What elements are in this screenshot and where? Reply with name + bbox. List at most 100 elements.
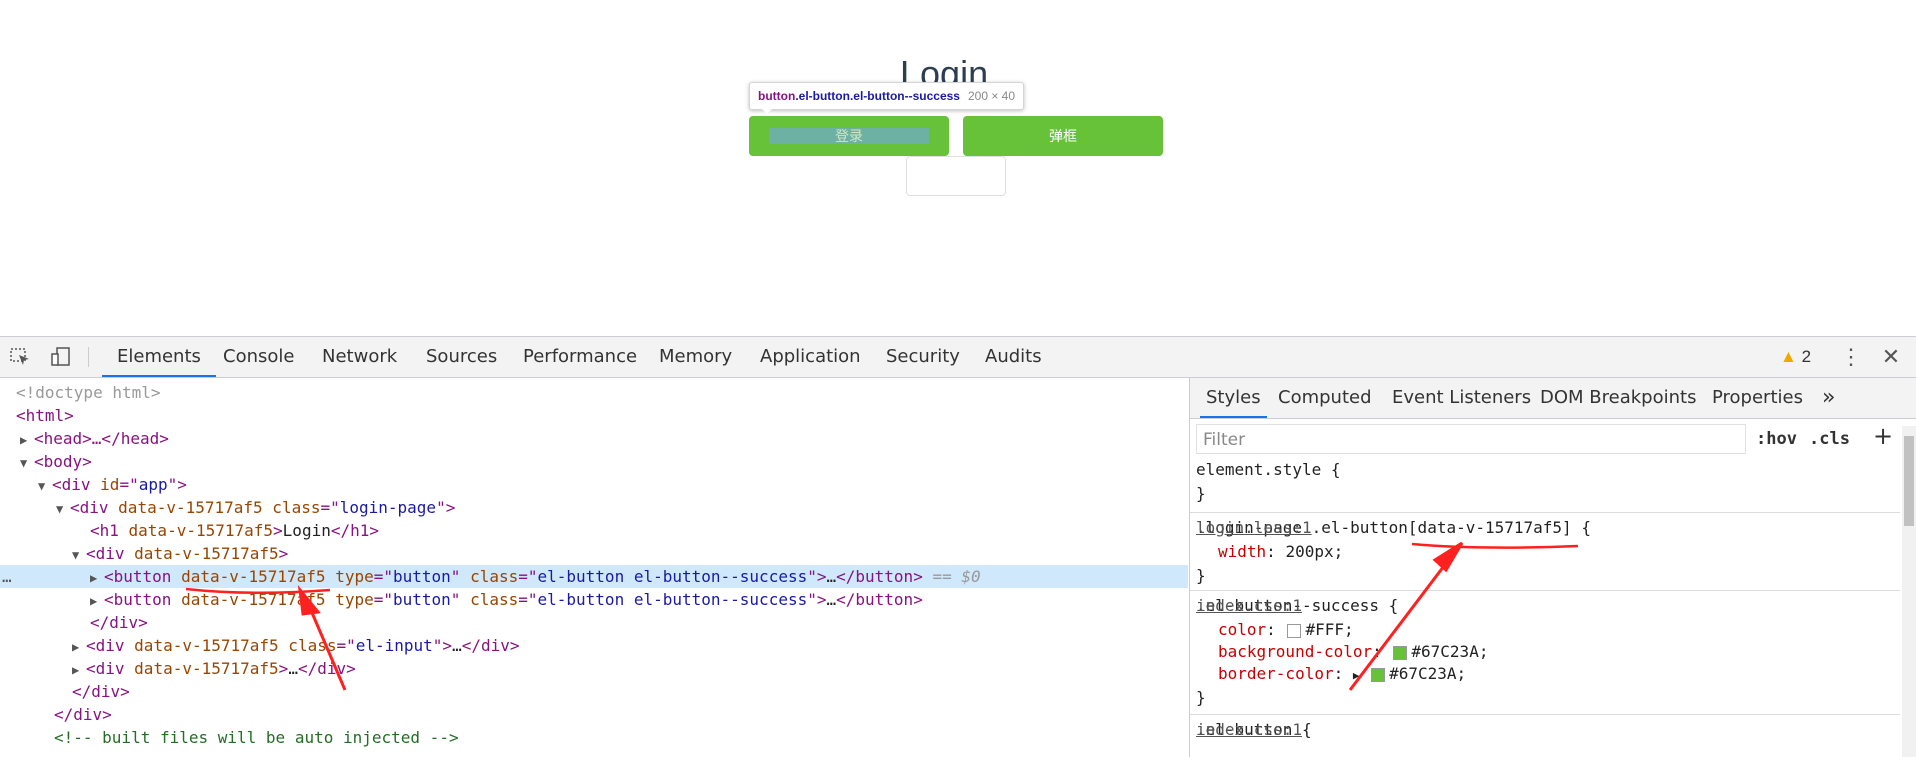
attr-value: login-page	[339, 498, 437, 517]
expand-caret-icon[interactable]: ▶	[72, 659, 86, 682]
attr-value: app	[138, 475, 168, 494]
rule-source-link[interactable]: index.css:1	[1196, 718, 1886, 741]
dom-line-button-2[interactable]: ▶ <button data-v-15717af5 type="button" c…	[0, 588, 1188, 611]
cls-toggle[interactable]: .cls	[1809, 424, 1850, 454]
attr-eq: ="	[373, 590, 393, 609]
tab-properties[interactable]: Properties	[1712, 378, 1803, 418]
devtools-tabbar: Elements Console Network Sources Perform…	[0, 337, 1916, 378]
attr-name: class	[460, 567, 519, 586]
color-swatch-icon[interactable]	[1393, 645, 1408, 660]
styles-scrollbar[interactable]	[1902, 426, 1916, 757]
more-tabs-icon[interactable]: »	[1822, 378, 1835, 418]
expand-caret-icon[interactable]: ▶	[20, 429, 34, 452]
color-swatch-icon[interactable]	[1287, 623, 1302, 638]
dom-line-h1[interactable]: <h1 data-v-15717af5>Login</h1>	[0, 519, 1188, 542]
dom-line-div[interactable]: ▼ <div data-v-15717af5>	[0, 542, 1188, 565]
attr-eq: ="	[336, 636, 356, 655]
tab-styles[interactable]: Styles	[1200, 378, 1267, 418]
tab-audits[interactable]: Audits	[985, 337, 1042, 377]
css-property[interactable]: border-color	[1218, 664, 1334, 683]
tab-sources[interactable]: Sources	[426, 337, 497, 377]
attr-name: data-v-15717af5	[181, 590, 326, 609]
dom-line-div-close-3[interactable]: </div>	[0, 703, 1188, 726]
inspect-icon[interactable]	[10, 347, 32, 367]
text-input[interactable]	[906, 156, 1006, 196]
expand-caret-icon[interactable]: ▶	[90, 567, 104, 590]
dom-line-login-page[interactable]: ▼ <div data-v-15717af5 class="login-page"…	[0, 496, 1188, 519]
hov-toggle[interactable]: :hov	[1756, 424, 1797, 454]
doctype-text: <!doctype html>	[16, 383, 161, 402]
dom-line-html[interactable]: <html>	[0, 404, 1188, 427]
collapse-caret-icon[interactable]: ▼	[56, 498, 70, 521]
tab-computed[interactable]: Computed	[1278, 378, 1372, 418]
add-rule-icon[interactable]: +	[1873, 422, 1893, 450]
css-property[interactable]: color	[1218, 620, 1266, 639]
tab-dom-breakpoints[interactable]: DOM Breakpoints	[1540, 378, 1696, 418]
tag-close: </button>	[836, 590, 923, 609]
dom-line-div-more[interactable]: ▶ <div data-v-15717af5>…</div>	[0, 657, 1188, 680]
expand-caret-icon[interactable]: ▶	[72, 636, 86, 659]
close-icon[interactable]: ✕	[1880, 346, 1902, 368]
login-button[interactable]: 登录	[749, 116, 949, 156]
tag-end: >	[278, 544, 289, 563]
ellipsis: …	[826, 590, 837, 609]
dom-line-el-input[interactable]: ▶ <div data-v-15717af5 class="el-input">……	[0, 634, 1188, 657]
attr-value: el-input	[355, 636, 433, 655]
tab-performance[interactable]: Performance	[523, 337, 637, 377]
dom-line-doctype[interactable]: <!doctype html>	[0, 381, 1188, 404]
tag-close: </div>	[297, 659, 356, 678]
color-swatch-icon[interactable]	[1371, 667, 1386, 682]
tab-console[interactable]: Console	[223, 337, 294, 377]
dom-line-app[interactable]: ▼ <div id="app">	[0, 473, 1188, 496]
collapse-caret-icon[interactable]: ▼	[20, 452, 34, 475]
collapse-caret-icon[interactable]: ▼	[72, 544, 86, 567]
tab-event-listeners[interactable]: Event Listeners	[1392, 378, 1531, 418]
device-toolbar-icon[interactable]	[50, 347, 72, 367]
dom-line-button-selected[interactable]: … ▶ <button data-v-15717af5 type="button"…	[0, 565, 1188, 588]
css-value[interactable]: #67C23A;	[1389, 664, 1466, 683]
expand-caret-icon[interactable]: ▶	[90, 590, 104, 613]
css-property[interactable]: background-color	[1218, 642, 1372, 661]
dom-line-div-close-2[interactable]: </div>	[0, 680, 1188, 703]
css-value[interactable]: #67C23A;	[1411, 642, 1488, 661]
ellipsis: …	[288, 659, 298, 678]
warnings-counter[interactable]: ▲ 2	[1780, 337, 1811, 377]
tag-close: </h1>	[330, 521, 380, 540]
tab-memory[interactable]: Memory	[659, 337, 732, 377]
css-value[interactable]: #FFF;	[1305, 620, 1353, 639]
dom-line-div-close[interactable]: </div>	[0, 611, 1188, 634]
css-property[interactable]: width	[1218, 542, 1266, 561]
el-button-rule[interactable]: .el-button { index.css:1	[1190, 718, 1900, 757]
attr-name: data-v-15717af5	[134, 636, 279, 655]
tag-close: </div>	[90, 613, 148, 632]
login-page-button-rule[interactable]: .login-page .el-button[data-v-15717af5] …	[1190, 516, 1900, 591]
tab-security[interactable]: Security	[886, 337, 960, 377]
success-button-rule[interactable]: .el-button--success { index.css:1 color:…	[1190, 594, 1900, 715]
popup-button[interactable]: 弹框	[963, 116, 1163, 156]
tag-open: <div	[86, 544, 135, 563]
expand-caret-icon[interactable]: ▶	[1353, 669, 1360, 682]
tab-network[interactable]: Network	[322, 337, 397, 377]
tag-open: <h1	[90, 521, 129, 540]
attr-name: class	[460, 590, 519, 609]
rule-source-link[interactable]: index.css:1	[1196, 594, 1886, 617]
dom-line-body[interactable]: ▼ <body>	[0, 450, 1188, 473]
attr-value: button	[393, 567, 451, 586]
styles-filter-input[interactable]: Filter	[1196, 424, 1746, 454]
dom-line-comment[interactable]: <!-- built files will be auto injected -…	[0, 726, 1188, 749]
more-dots-icon[interactable]: …	[2, 565, 12, 588]
tab-application[interactable]: Application	[760, 337, 861, 377]
tab-elements[interactable]: Elements	[102, 337, 216, 377]
element-style-rule[interactable]: element.style { }	[1190, 458, 1900, 513]
elements-tree: <!doctype html> <html> ▶ <head>…</head> ▼…	[0, 378, 1188, 757]
dom-line-head[interactable]: ▶ <head>…</head>	[0, 427, 1188, 450]
styles-pane: Styles Computed Event Listeners DOM Brea…	[1189, 378, 1916, 757]
css-value[interactable]: 200px;	[1285, 542, 1343, 561]
more-icon[interactable]: ⋮	[1840, 346, 1862, 368]
rule-close: }	[1196, 566, 1206, 585]
attr-quote: "	[450, 567, 461, 586]
attr-name: data-v-15717af5	[128, 521, 274, 540]
rule-source-link[interactable]: login.less:1	[1196, 516, 1886, 539]
scrollbar-thumb[interactable]	[1904, 436, 1914, 526]
collapse-caret-icon[interactable]: ▼	[38, 475, 52, 498]
